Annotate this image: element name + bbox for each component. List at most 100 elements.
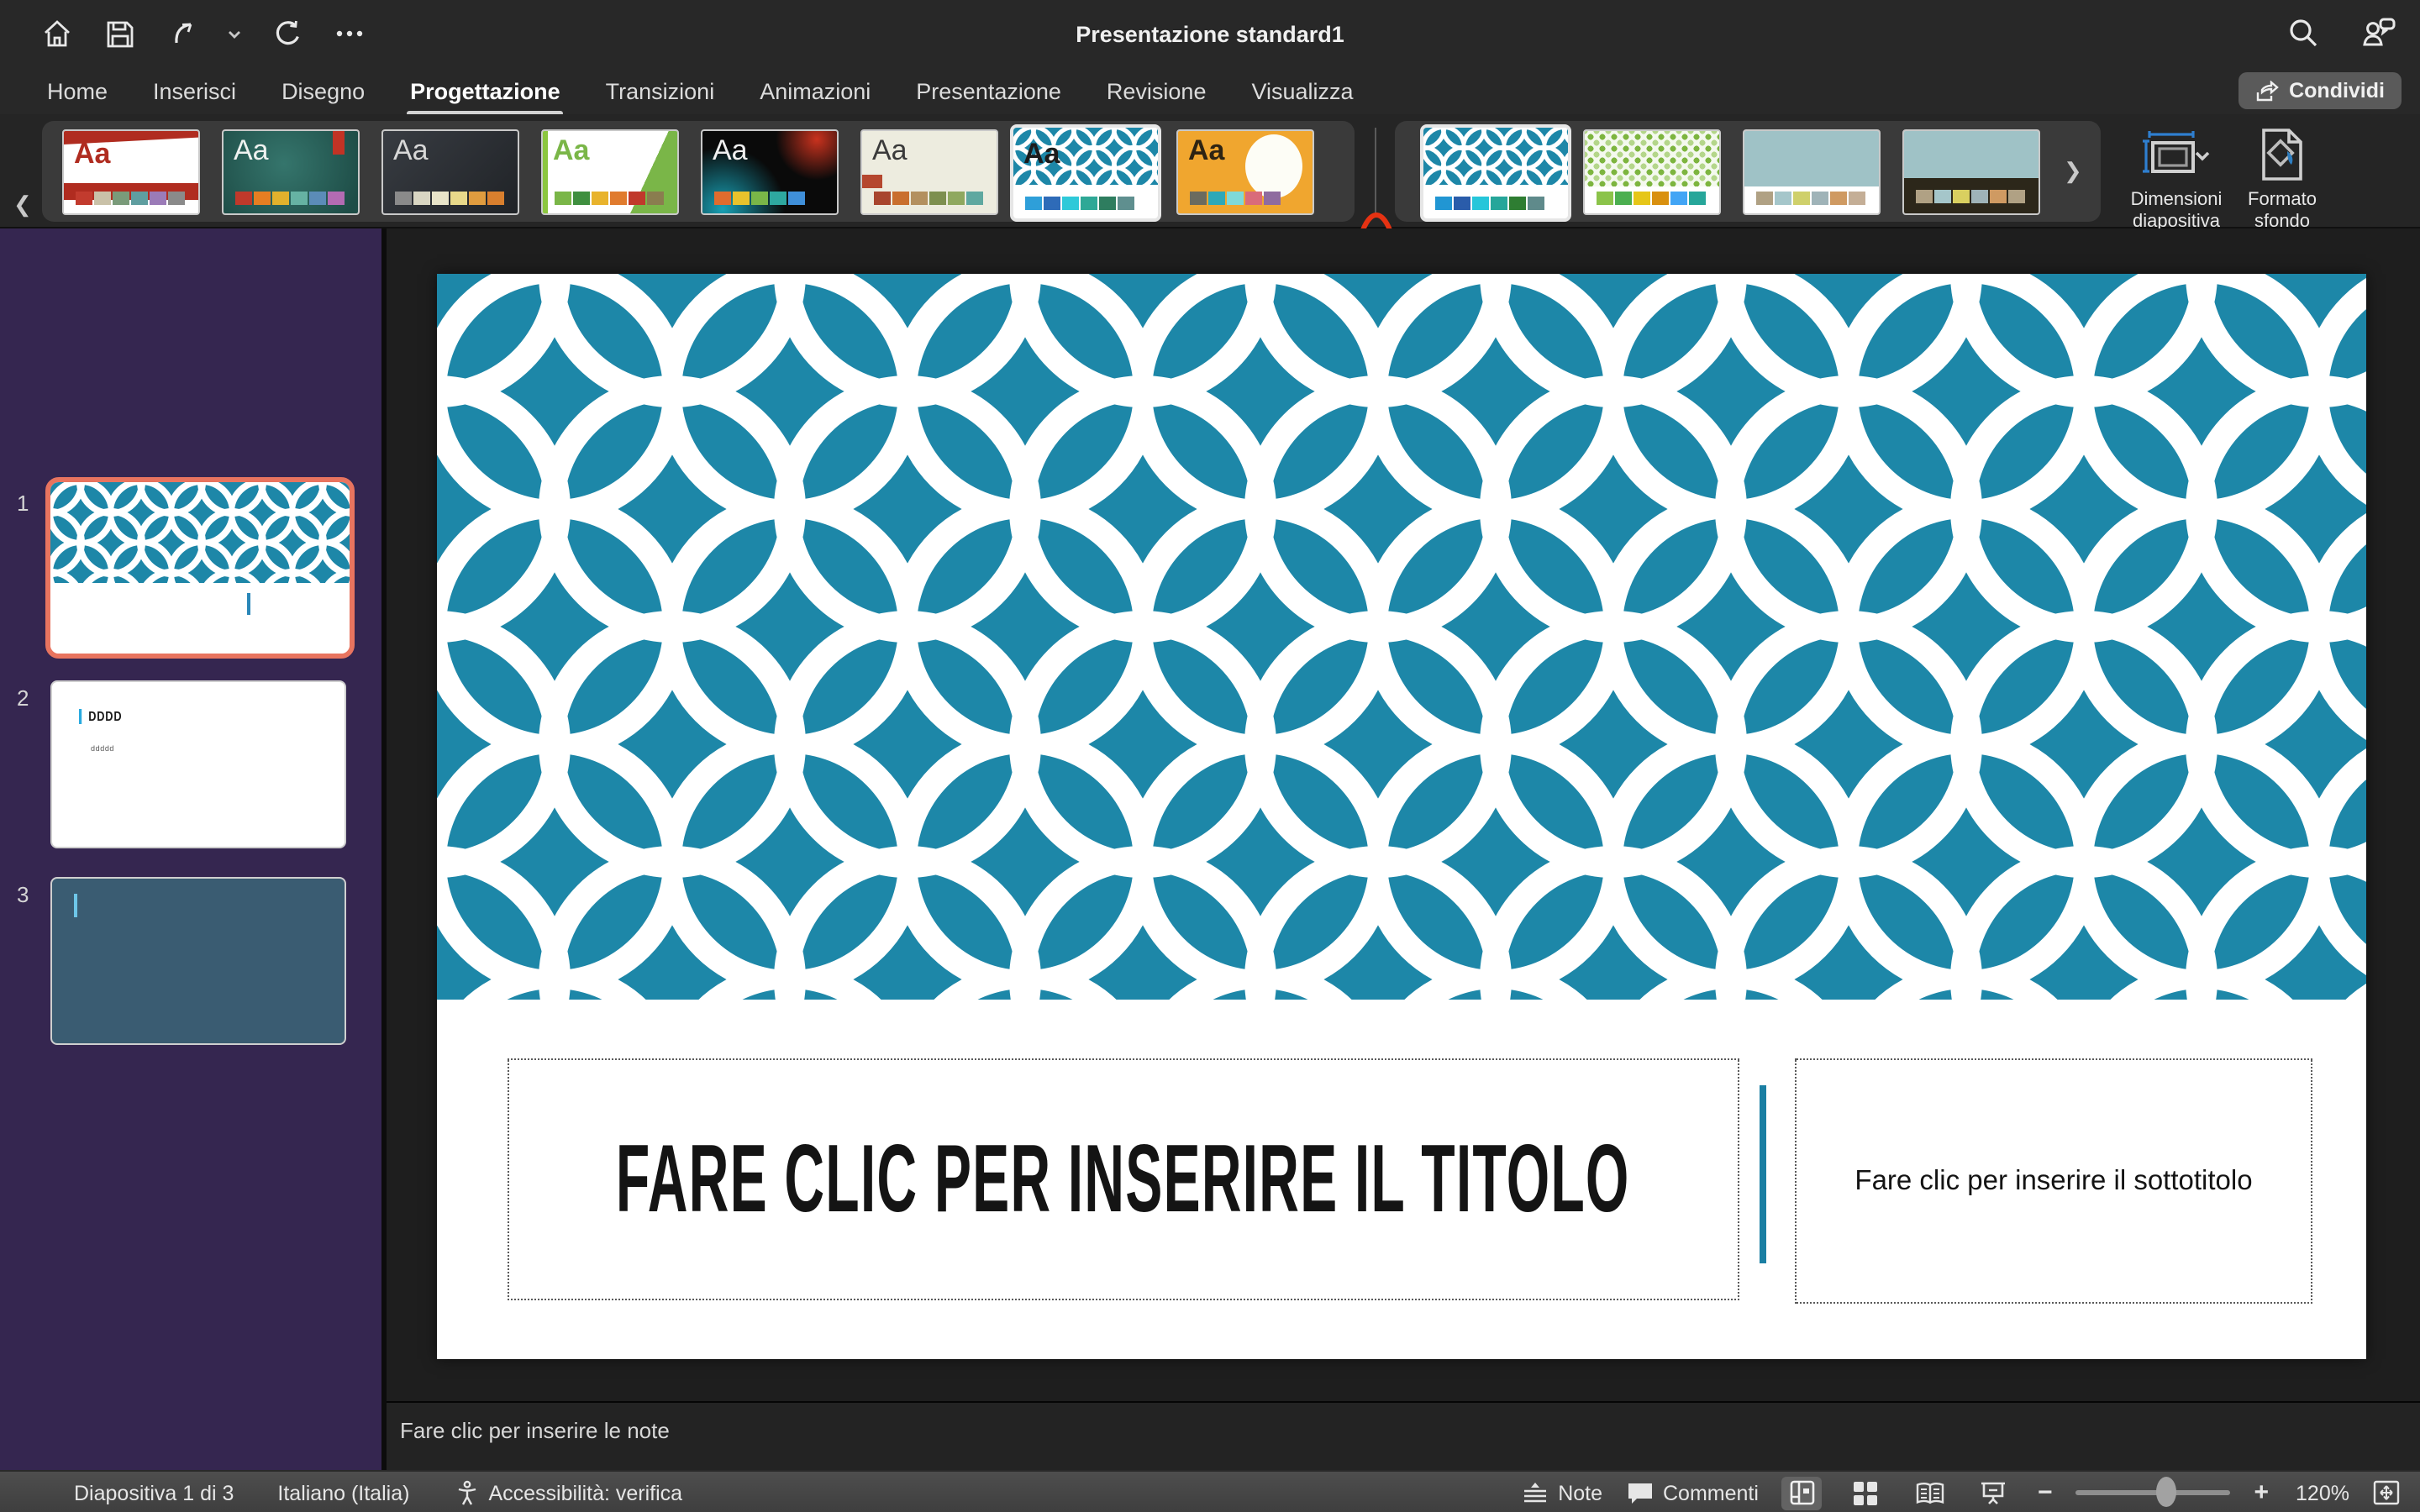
accent-divider-line — [1760, 1085, 1765, 1263]
redo-icon[interactable] — [271, 17, 304, 50]
variant-thumbnail-2[interactable] — [1583, 129, 1721, 215]
fit-slide-to-window-button[interactable] — [2373, 1480, 2400, 1505]
language-indicator[interactable]: Italiano (Italia) — [277, 1481, 409, 1504]
slide-thumbnail-1-selected[interactable] — [45, 477, 355, 659]
theme-color-strip — [874, 192, 982, 205]
home-icon[interactable] — [40, 17, 74, 50]
zoom-percentage[interactable]: 120% — [2292, 1481, 2349, 1504]
tab-presentazione[interactable]: Presentazione — [916, 79, 1061, 104]
comments-icon — [1626, 1481, 1653, 1504]
tab-home[interactable]: Home — [47, 79, 108, 104]
rings-pattern — [1423, 128, 1568, 185]
status-bar: Diapositiva 1 di 3 Italiano (Italia) Acc… — [0, 1470, 2420, 1512]
theme-aa-label: Aa — [74, 138, 110, 171]
undo-dropdown-chevron-icon[interactable] — [227, 26, 242, 41]
theme-color-strip — [76, 192, 184, 205]
slide1-white-area — [50, 590, 350, 654]
comments-toggle-label: Commenti — [1663, 1481, 1759, 1504]
presence-people-icon[interactable] — [2360, 17, 2396, 49]
slide-sorter-view-button[interactable] — [1846, 1476, 1886, 1509]
theme-thumbnail-4[interactable]: Aa — [541, 129, 679, 215]
variant-color-strip — [1435, 197, 1544, 210]
slide-size-button[interactable]: Dimensioni diapositiva — [2121, 128, 2232, 232]
accessibility-checker[interactable]: Accessibilità: verifica — [453, 1479, 682, 1506]
slideshow-view-button[interactable] — [1974, 1476, 2014, 1509]
notes-toggle[interactable]: Note — [1523, 1481, 1602, 1504]
share-button[interactable]: Condividi — [2238, 72, 2402, 109]
variant-art — [1585, 131, 1719, 186]
themes-scroll-left-icon[interactable]: ❮ — [13, 192, 32, 218]
rings-pattern — [50, 482, 350, 583]
theme-color-strip — [1025, 197, 1134, 210]
theme-color-strip — [395, 192, 503, 205]
notes-toggle-label: Note — [1558, 1481, 1602, 1504]
variants-scroll-right-icon[interactable]: ❯ — [2064, 158, 2082, 185]
text-cursor — [74, 894, 76, 917]
subtitle-placeholder[interactable]: Fare clic per inserire il sottotitolo — [1795, 1058, 2312, 1304]
accessibility-label: Accessibilità: verifica — [488, 1481, 682, 1504]
text-cursor — [248, 593, 250, 615]
editing-canvas: FARE CLIC PER INSERIRE IL TITOLO Fare cl… — [387, 228, 2420, 1401]
normal-view-button[interactable] — [1782, 1476, 1823, 1509]
powerpoint-window: Presentazione standard1 Home Inserisci D… — [0, 0, 2420, 1512]
slide-thumbnail-3[interactable] — [50, 877, 346, 1045]
format-background-button[interactable]: Formato sfondo — [2238, 128, 2326, 232]
more-options-icon[interactable] — [333, 17, 366, 50]
design-ribbon: ❮ Aa Aa Aa Aa — [0, 114, 2420, 228]
notes-pane[interactable]: Fare clic per inserire le note — [387, 1401, 2420, 1472]
zoom-in-button[interactable]: + — [2254, 1478, 2269, 1507]
rings-pattern-background — [437, 274, 2366, 1000]
zoom-out-button[interactable]: − — [2038, 1478, 2053, 1507]
variant-color-strip — [1916, 190, 2024, 203]
share-icon — [2255, 80, 2279, 102]
theme-thumbnail-8[interactable]: Aa — [1176, 129, 1314, 215]
slide-thumbnail-2[interactable]: DDDD ddddd — [50, 680, 346, 848]
tab-visualizza[interactable]: Visualizza — [1251, 79, 1353, 104]
search-icon[interactable] — [2287, 17, 2319, 49]
slide-size-icon — [2143, 128, 2210, 181]
ribbon-tab-row: Home Inserisci Disegno Progettazione Tra… — [0, 69, 2420, 114]
variant-color-strip — [1756, 192, 1865, 205]
theme-thumbnail-selected[interactable]: Aa — [1010, 124, 1161, 222]
theme-thumbnail-6[interactable]: Aa — [860, 129, 998, 215]
tab-transizioni[interactable]: Transizioni — [606, 79, 715, 104]
variant-thumbnail-selected[interactable] — [1420, 124, 1571, 222]
theme-thumbnail-3[interactable]: Aa — [381, 129, 519, 215]
variant-art — [1744, 131, 1879, 186]
theme-thumbnail-5[interactable]: Aa — [701, 129, 839, 215]
title-placeholder-text: FARE CLIC PER INSERIRE IL TITOLO — [617, 1124, 1631, 1235]
slide-editing-surface[interactable]: FARE CLIC PER INSERIRE IL TITOLO Fare cl… — [437, 274, 2366, 1359]
tab-revisione[interactable]: Revisione — [1107, 79, 1207, 104]
gallery-divider — [1375, 128, 1376, 215]
theme-aa-label: Aa — [553, 134, 589, 168]
variants-gallery: ❯ — [1395, 121, 2101, 222]
theme-thumbnail-2[interactable]: Aa — [222, 129, 360, 215]
theme-aa-label: Aa — [1023, 138, 1060, 171]
tab-inserisci[interactable]: Inserisci — [153, 79, 236, 104]
slide2-body-text: ddddd — [91, 744, 114, 753]
title-placeholder[interactable]: FARE CLIC PER INSERIRE IL TITOLO — [508, 1058, 1739, 1300]
tab-animazioni[interactable]: Animazioni — [760, 79, 871, 104]
slide-number-2: 2 — [17, 685, 29, 711]
undo-icon[interactable] — [165, 17, 198, 50]
slide-size-label-1: Dimensioni — [2121, 190, 2232, 211]
save-icon[interactable] — [103, 17, 136, 50]
share-button-label: Condividi — [2289, 79, 2385, 102]
slide-thumbnail-panel: 1 2 DDDD ddddd 3 — [0, 228, 381, 1470]
theme-aa-label: Aa — [1188, 134, 1224, 168]
comments-toggle[interactable]: Commenti — [1626, 1481, 1759, 1504]
theme-color-strip — [714, 192, 804, 205]
variant-thumbnail-3[interactable] — [1743, 129, 1881, 215]
theme-aa-label: Aa — [713, 134, 748, 168]
theme-thumbnail-1[interactable]: Aa — [62, 129, 200, 215]
tab-disegno[interactable]: Disegno — [281, 79, 365, 104]
reading-view-button[interactable] — [1910, 1476, 1950, 1509]
theme-color-strip — [555, 192, 663, 205]
variant-thumbnail-4[interactable] — [1902, 129, 2040, 215]
format-background-label-1: Formato — [2238, 190, 2326, 211]
zoom-slider[interactable] — [2075, 1490, 2230, 1496]
tab-progettazione[interactable]: Progettazione — [410, 79, 560, 104]
subtitle-placeholder-text: Fare clic per inserire il sottotitolo — [1854, 1165, 2252, 1197]
slide-counter[interactable]: Diapositiva 1 di 3 — [74, 1481, 234, 1504]
zoom-slider-knob[interactable] — [2156, 1478, 2176, 1508]
